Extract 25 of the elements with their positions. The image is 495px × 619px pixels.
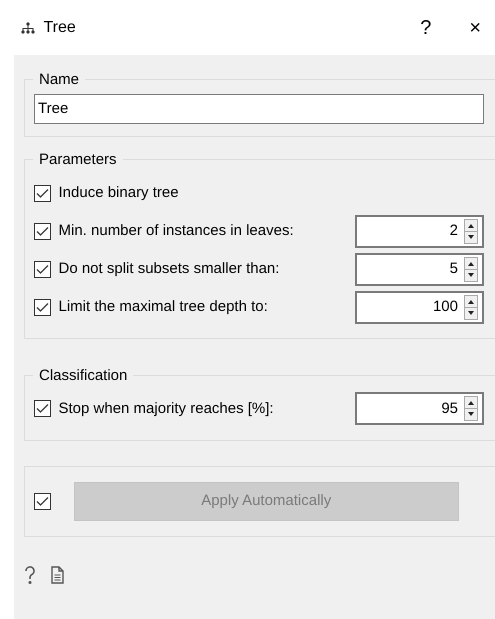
spin-box[interactable]: 95 <box>355 392 484 426</box>
help-icon[interactable] <box>24 564 36 585</box>
checkbox[interactable] <box>34 400 51 418</box>
checkbox[interactable] <box>34 260 51 278</box>
spin-arrows-icon[interactable] <box>464 294 478 320</box>
spin-box[interactable]: 5 <box>355 252 484 286</box>
spin-arrows-icon[interactable] <box>464 256 478 282</box>
window-title: Tree <box>44 18 76 38</box>
tree-icon <box>20 22 36 34</box>
name-field[interactable]: Tree <box>34 94 484 124</box>
spin-arrows-icon[interactable] <box>464 218 478 244</box>
option-label: Do not split subsets smaller than: <box>58 258 280 279</box>
option-label: Limit the maximal tree depth to: <box>58 296 268 317</box>
document-icon[interactable] <box>51 566 64 584</box>
spin-box[interactable]: 100 <box>355 290 484 324</box>
help-button[interactable]: ? <box>420 12 432 42</box>
spin-box[interactable]: 2 <box>355 214 484 248</box>
option-label: Induce binary tree <box>58 182 179 203</box>
checkbox[interactable] <box>34 298 51 316</box>
checkbox[interactable] <box>34 184 51 202</box>
close-button[interactable]: × <box>469 12 481 42</box>
option-label: Min. number of instances in leaves: <box>58 220 294 241</box>
spin-arrows-icon[interactable] <box>464 396 478 422</box>
checkbox[interactable] <box>34 222 51 240</box>
option-label: Stop when majority reaches [%]: <box>58 398 274 418</box>
